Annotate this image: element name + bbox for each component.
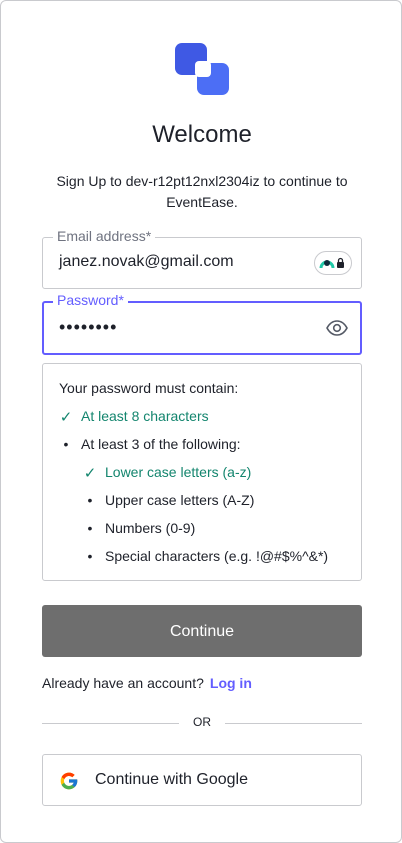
email-label: Email address* <box>53 228 156 244</box>
google-button-label: Continue with Google <box>95 771 248 788</box>
eye-icon[interactable] <box>326 319 348 337</box>
password-value[interactable]: •••••••• <box>59 317 117 338</box>
bullet-icon: • <box>87 492 93 508</box>
login-link[interactable]: Log in <box>210 675 252 691</box>
password-manager-icon[interactable] <box>314 251 352 275</box>
continue-button[interactable]: Continue <box>42 605 362 657</box>
check-icon: ✓ <box>83 465 97 482</box>
login-prompt: Already have an account? <box>42 675 204 691</box>
page-subtitle: Sign Up to dev-r12pt12nxl2304iz to conti… <box>56 173 348 210</box>
page-title: Welcome <box>152 121 252 148</box>
google-icon <box>60 772 78 790</box>
bullet-icon: • <box>87 548 93 564</box>
app-logo-icon <box>175 43 229 95</box>
check-icon: ✓ <box>59 409 73 426</box>
login-prompt-row: Already have an account? Log in <box>42 675 252 691</box>
divider-or: OR <box>193 715 211 729</box>
continue-with-google-button[interactable]: Continue with Google <box>42 754 362 806</box>
email-field[interactable]: Email address* janez.novak@gmail.com <box>42 228 362 289</box>
bullet-icon: • <box>63 436 69 452</box>
bullet-icon: • <box>87 520 93 536</box>
requirements-heading: Your password must contain: <box>59 380 239 396</box>
password-requirements: Your password must contain: ✓ At least 8… <box>42 363 362 581</box>
email-value[interactable]: janez.novak@gmail.com <box>59 253 234 271</box>
password-label: Password* <box>53 292 128 308</box>
signup-card: Welcome Sign Up to dev-r12pt12nxl2304iz … <box>0 0 402 843</box>
divider-right <box>225 723 362 724</box>
password-field[interactable]: Password* •••••••• <box>42 292 362 355</box>
